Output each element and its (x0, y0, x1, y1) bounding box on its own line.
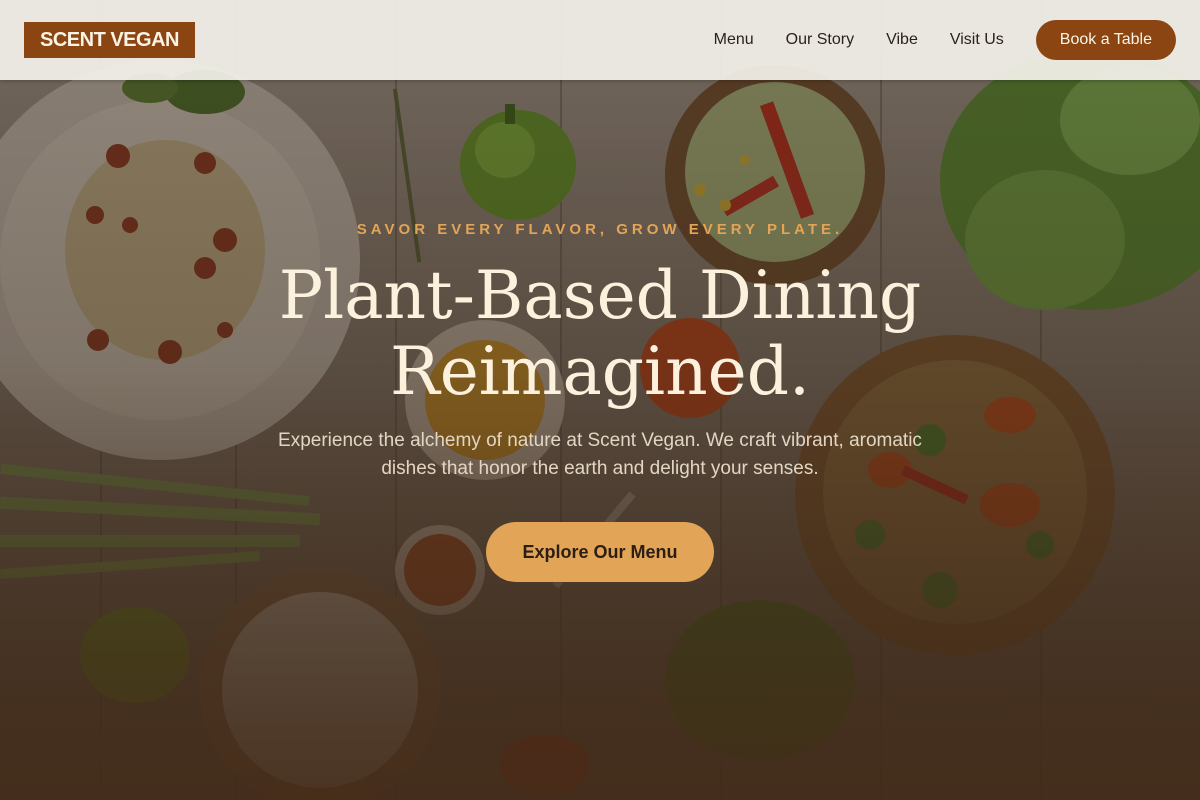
headline-line-2: Reimagined. (390, 333, 810, 410)
hero-headline: Plant-Based Dining Reimagined. (0, 258, 1200, 410)
headline-line-1: Plant-Based Dining (278, 257, 922, 334)
hero-tagline: SAVOR EVERY FLAVOR, GROW EVERY PLATE. (356, 221, 844, 238)
hero-subtext: Experience the alchemy of nature at Scen… (278, 430, 922, 479)
explore-menu-button[interactable]: Explore Our Menu (486, 522, 714, 582)
hero-content: SAVOR EVERY FLAVOR, GROW EVERY PLATE. Pl… (0, 0, 1200, 800)
